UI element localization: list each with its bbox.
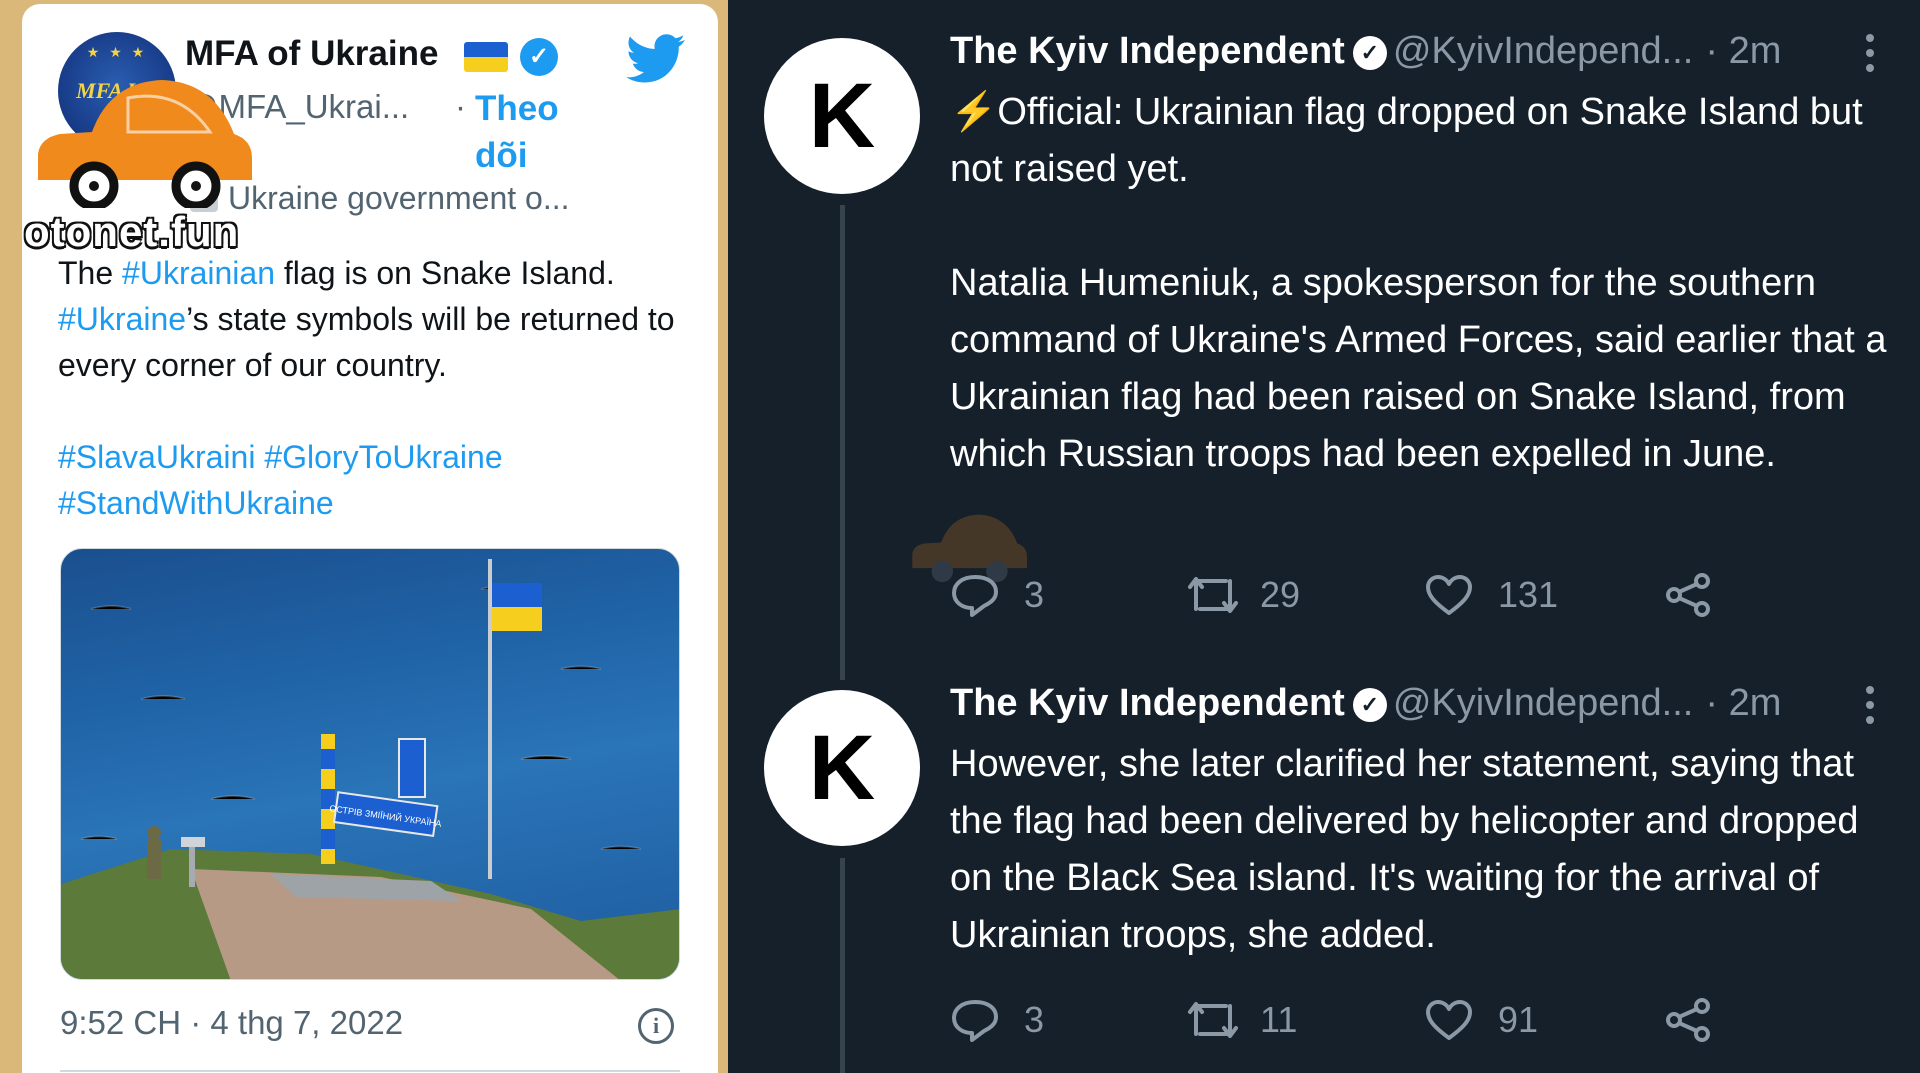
tweet-text: ⚡Official: Ukrainian flag dropped on Sna… — [950, 84, 1890, 483]
info-icon[interactable]: i — [638, 1008, 674, 1044]
tweet-header: The Kyiv Independent ✓ @KyivIndepend... · 2… — [950, 30, 1781, 73]
like-count: 131 — [1498, 574, 1559, 615]
tweet-timestamp[interactable]: 9:52 CH · 4 thg 7, 2022 — [60, 1004, 403, 1042]
like-icon — [1426, 1000, 1472, 1040]
share-button[interactable] — [1664, 570, 1714, 620]
watermark-text: otonet.fun — [24, 208, 240, 255]
tweet-text: The #Ukrainian flag is on Snake Island. … — [58, 250, 678, 526]
car-logo-watermark-icon — [912, 514, 1027, 583]
car-logo-icon — [38, 80, 252, 208]
like-count: 91 — [1498, 999, 1539, 1040]
separator: · — [455, 88, 466, 125]
tweet-paragraph: However, she later clarified her stateme… — [950, 743, 1859, 956]
share-icon — [1666, 573, 1710, 617]
hashtag-standwithukraine[interactable]: #StandWithUkraine — [58, 485, 334, 521]
retweet-icon — [1188, 1002, 1238, 1038]
author-handle[interactable]: @KyivIndepend... — [1393, 682, 1694, 724]
share-icon — [1666, 998, 1710, 1042]
reply-count: 3 — [1024, 999, 1045, 1040]
divider — [60, 1070, 680, 1072]
retweet-icon — [1188, 577, 1238, 613]
verified-icon: ✓ — [1352, 688, 1387, 722]
verified-icon: ✓ — [520, 38, 558, 76]
tweet-text: However, she later clarified her stateme… — [950, 736, 1890, 964]
body-prefix: The — [58, 255, 123, 291]
more-icon[interactable] — [1866, 686, 1876, 731]
reply-icon — [952, 1000, 998, 1042]
twitter-bird-icon[interactable] — [626, 34, 686, 84]
verified-icon: ✓ — [1352, 36, 1387, 70]
hashtag-ukrainian[interactable]: #Ukrainian — [122, 255, 275, 291]
kyiv-avatar[interactable]: K — [764, 690, 920, 846]
flagpole-icon — [488, 559, 492, 879]
follow-button[interactable]: Theo dõi — [475, 85, 585, 179]
tweet-actions: 3 11 91 — [950, 995, 1750, 1045]
tweet-time[interactable]: · 2m — [1705, 682, 1781, 724]
flag-blue — [492, 583, 542, 607]
flag-yellow — [492, 607, 542, 631]
tweet-time[interactable]: · 2m — [1705, 30, 1781, 72]
author-name[interactable]: The Kyiv Independent — [950, 682, 1345, 724]
tweet-paragraph: Natalia Humeniuk, a spokesperson for the… — [950, 262, 1887, 475]
tweet-paragraph: ⚡Official: Ukrainian flag dropped on Sna… — [950, 91, 1863, 190]
retweet-count: 11 — [1260, 999, 1298, 1040]
more-icon[interactable] — [1866, 34, 1876, 79]
hashtag-ukraine[interactable]: #Ukraine — [58, 301, 186, 337]
author-handle[interactable]: @KyivIndepend... — [1393, 30, 1694, 72]
share-button[interactable] — [1664, 995, 1714, 1045]
hashtag-glorytoukraine[interactable]: #GloryToUkraine — [264, 439, 502, 475]
like-icon — [1426, 575, 1472, 615]
photo-scene: ОСТРІВ ЗМІЇНИЙ УКРАЇНА — [61, 559, 679, 979]
thread-connector — [840, 858, 845, 1073]
affiliation-label: Ukraine government o... — [228, 180, 570, 216]
retweet-count: 29 — [1260, 574, 1301, 615]
snake-island-photo[interactable]: ОСТРІВ ЗМІЇНИЙ УКРАЇНА — [60, 548, 680, 980]
tweet-actions: 3 29 131 — [950, 570, 1750, 620]
body-text-1: flag is on Snake Island. — [275, 255, 615, 291]
hashtag-slavaukraini[interactable]: #SlavaUkraini — [58, 439, 255, 475]
author-name[interactable]: The Kyiv Independent — [950, 30, 1345, 72]
ukraine-flag-icon — [464, 42, 508, 72]
thread-connector — [840, 205, 845, 680]
kyiv-independent-thread: K The Kyiv Independent ✓ @KyivIndepend... ·… — [728, 0, 1920, 1073]
kyiv-avatar[interactable]: K — [764, 38, 920, 194]
tweet-header: The Kyiv Independent ✓ @KyivIndepend... · 2… — [950, 682, 1781, 725]
